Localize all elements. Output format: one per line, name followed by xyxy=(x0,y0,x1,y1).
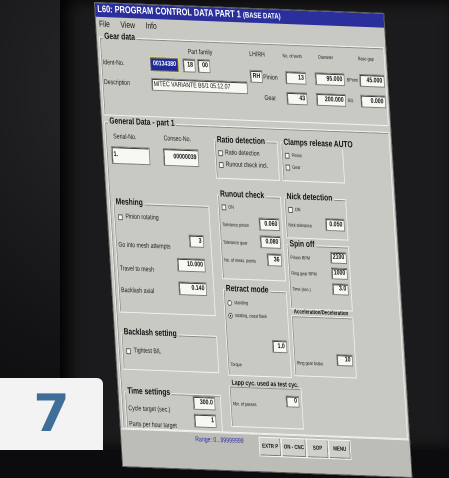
part-family-field-2[interactable]: 00 xyxy=(197,58,211,74)
travel-label: Travel to mesh xyxy=(119,265,155,274)
passes-label: Nbr. of passes xyxy=(232,401,257,409)
serial-label: Serial-No. xyxy=(113,133,137,142)
spin-ring-label: Ring gear RPM xyxy=(291,270,317,278)
gear-gap-field[interactable]: 0.000 xyxy=(360,94,387,109)
no-teeth-label: No. of teeth xyxy=(282,53,302,60)
step-badge: 7 xyxy=(0,378,103,450)
retract-standing-label: standing xyxy=(233,300,249,307)
tol-gear-label: Tolerance gear xyxy=(222,239,248,247)
spin-time-label: Time (sec.) xyxy=(292,286,311,294)
runout-check-incl-checkbox[interactable] xyxy=(218,161,224,169)
parts-per-hour-field[interactable]: 1 xyxy=(193,413,217,429)
gear-row-label: Gear xyxy=(264,94,277,103)
clamps-pinion-label: Pinion xyxy=(291,152,303,160)
gear-data-title: Gear data xyxy=(102,30,137,42)
spin-time-field[interactable]: 3.0 xyxy=(331,283,349,296)
pinion-unit-label: BPoint xyxy=(346,77,358,84)
ident-field[interactable]: 00134380 xyxy=(149,56,180,74)
lhrh-label: LH/RH xyxy=(249,51,266,59)
runout-title: Runout check xyxy=(218,188,266,201)
part-family-field-1[interactable]: 18 xyxy=(182,58,196,73)
step-number: 7 xyxy=(33,384,70,444)
menu-info[interactable]: Info xyxy=(145,21,157,31)
ratio-detection-label: Ratio detection xyxy=(224,149,260,158)
range-status: Range: 0...99999999 xyxy=(195,436,244,445)
ratio-detection-checkbox[interactable] xyxy=(218,150,223,157)
pinion-rotating-checkbox[interactable] xyxy=(118,214,123,221)
spin-pinion-label: Pinion RPM xyxy=(290,255,311,262)
pinion-teeth-field[interactable]: 13 xyxy=(285,71,307,85)
lhrh-field[interactable]: RH xyxy=(249,69,263,84)
pinion-row-label: Pinion xyxy=(263,74,278,82)
nick-tol-field[interactable]: 0.050 xyxy=(324,218,345,232)
menu-file[interactable]: File xyxy=(99,19,110,29)
gear-diameter-field[interactable]: 200.000 xyxy=(315,92,347,107)
softkey-on-cnc[interactable]: ON - CNC xyxy=(280,437,308,459)
nick-tol-label: Nick tolerance xyxy=(288,222,313,230)
ratio-detection-title: Ratio detection xyxy=(215,134,267,147)
consec-field[interactable]: 00000039 xyxy=(162,148,200,168)
runout-on-label: ON xyxy=(228,204,235,211)
travel-field[interactable]: 10.000 xyxy=(176,257,206,273)
tol-pinion-field[interactable]: 0.060 xyxy=(258,217,280,232)
retract-standing-radio[interactable] xyxy=(227,299,233,306)
description-label: Description xyxy=(103,79,131,87)
ident-label: Ident-No. xyxy=(102,59,125,68)
softkey-sop[interactable]: SOP xyxy=(305,438,330,460)
window-subtitle: (BASE DATA) xyxy=(242,10,281,21)
ring-brake-label: Ring gear brake xyxy=(296,360,324,368)
retract-title: Retract mode xyxy=(224,283,271,295)
meas-points-label: No. of meas. points xyxy=(224,257,257,265)
tol-pinion-label: Tolerance pinion xyxy=(221,222,250,229)
backlash-axial-field[interactable]: 0.140 xyxy=(178,281,208,297)
runout-on-checkbox[interactable] xyxy=(221,204,227,211)
menu-view[interactable]: View xyxy=(120,20,135,30)
accel-group xyxy=(291,315,357,379)
hmi-screen: L60: PROGRAM CONTROL DATA PART 1 (BASE D… xyxy=(94,2,413,478)
meshing-title: Meshing xyxy=(113,196,145,208)
tightest-bl-label: Tightest B/L xyxy=(133,347,162,356)
ratio-detection-group xyxy=(213,139,280,182)
clamps-gear-label: Gear xyxy=(292,164,301,171)
torque-label: Torque xyxy=(230,361,243,369)
clamps-gear-checkbox[interactable] xyxy=(285,164,291,171)
consec-label: Consec-No. xyxy=(163,135,192,144)
nick-on-label: ON xyxy=(294,207,301,214)
serial-field[interactable]: 1. xyxy=(110,146,151,166)
ring-brake-field[interactable]: 10 xyxy=(336,354,354,367)
part-family-label: Part family xyxy=(187,48,213,57)
tol-gear-field[interactable]: 0.080 xyxy=(259,235,282,249)
base-gap-label: Base gap xyxy=(357,56,374,63)
mesh-attempts-field[interactable]: 3 xyxy=(188,234,205,248)
torque-field[interactable]: 1.0 xyxy=(271,339,288,354)
retract-rotating-radio[interactable] xyxy=(228,312,233,319)
passes-field[interactable]: 0 xyxy=(285,395,300,408)
diameter-label: Diameter xyxy=(317,54,334,62)
backlash-axial-label: Backlash axial xyxy=(120,287,155,296)
pinion-diameter-field[interactable]: 95.000 xyxy=(314,72,345,87)
tightest-bl-checkbox[interactable] xyxy=(126,348,131,355)
backlash-setting-title: Backlash setting xyxy=(121,326,179,339)
spin-ring-field[interactable]: 1000 xyxy=(330,267,348,280)
nick-title: Nick detection xyxy=(284,191,335,203)
nick-on-checkbox[interactable] xyxy=(288,206,293,213)
pinion-gap-field[interactable]: 45.000 xyxy=(359,73,385,88)
retract-rotating-label: rotating, coast flank xyxy=(234,312,268,321)
softkey-extr-p[interactable]: EXTR P xyxy=(258,436,282,458)
meas-points-field[interactable]: 36 xyxy=(266,253,283,267)
gear-teeth-field[interactable]: 43 xyxy=(286,91,308,106)
time-settings-title: Time settings xyxy=(125,385,172,398)
spin-pinion-field[interactable]: 2100 xyxy=(329,251,347,265)
spin-off-title: Spin off xyxy=(287,238,317,250)
pinion-rotating-label: Pinion rotating xyxy=(125,213,159,222)
clamps-pinion-checkbox[interactable] xyxy=(284,152,290,159)
cycle-target-field[interactable]: 300.0 xyxy=(192,395,216,411)
gear-unit-label: BG xyxy=(347,98,354,105)
